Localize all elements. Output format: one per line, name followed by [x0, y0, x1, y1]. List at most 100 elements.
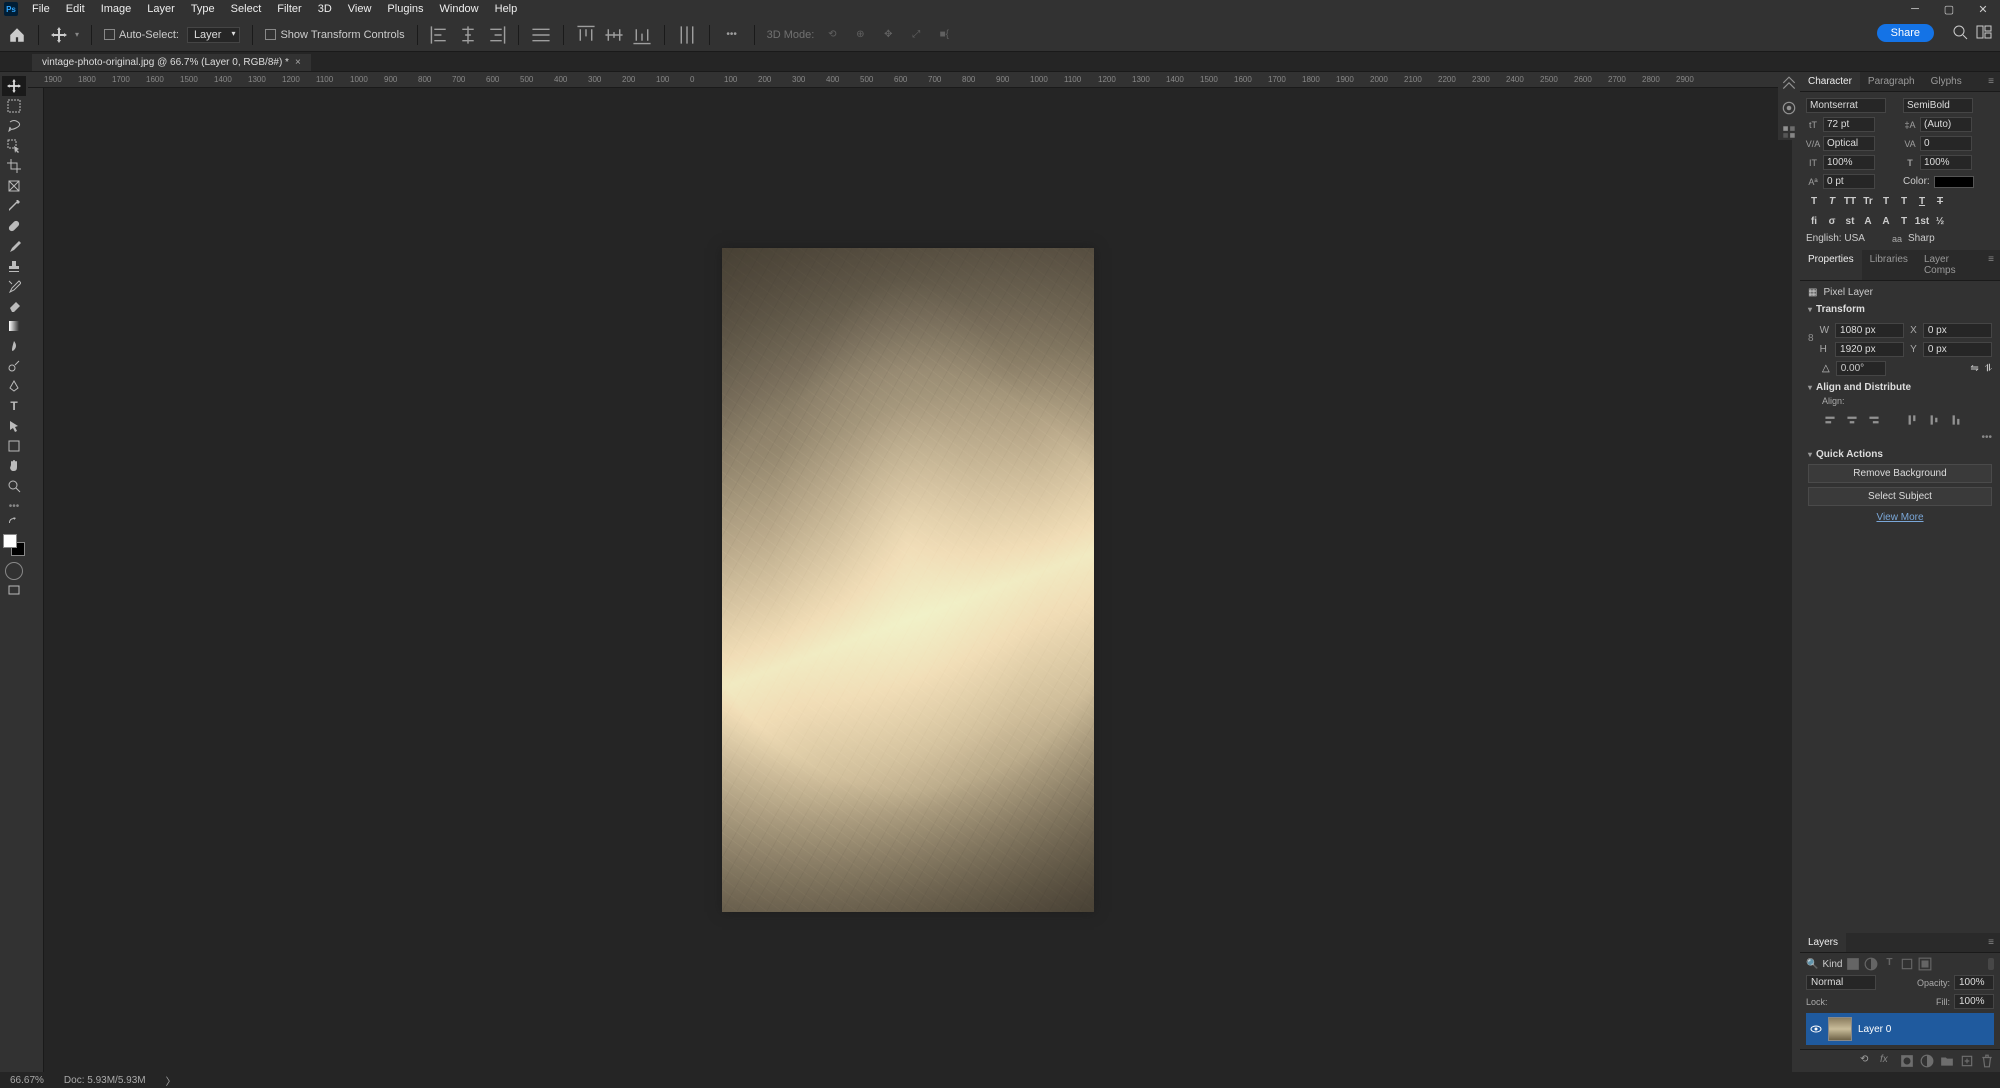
swatches-panel-icon[interactable]: [1781, 124, 1797, 140]
language-field[interactable]: English: USA: [1806, 233, 1886, 244]
properties-panel-menu-icon[interactable]: ≡: [1982, 250, 2000, 280]
fill-field[interactable]: 100%: [1954, 994, 1994, 1009]
lasso-tool[interactable]: [2, 116, 26, 136]
select-subject-button[interactable]: Select Subject: [1808, 487, 1992, 506]
marquee-tool[interactable]: [2, 96, 26, 116]
menu-file[interactable]: File: [24, 1, 58, 17]
filter-type-icon[interactable]: T: [1882, 957, 1896, 971]
status-chevron-icon[interactable]: 〉: [166, 1073, 176, 1088]
frame-tool[interactable]: [2, 176, 26, 196]
group-layers-icon[interactable]: [1940, 1054, 1954, 1068]
menu-filter[interactable]: Filter: [269, 1, 309, 17]
layer-filter-kind[interactable]: Kind: [1822, 959, 1842, 970]
doc-size[interactable]: Doc: 5.93M/5.93M: [64, 1075, 146, 1086]
tab-libraries[interactable]: Libraries: [1862, 250, 1916, 280]
align-more-icon[interactable]: •••: [1808, 432, 1992, 443]
move-tool[interactable]: [2, 76, 26, 96]
document-tab[interactable]: vintage-photo-original.jpg @ 66.7% (Laye…: [32, 54, 311, 71]
titling-alt-button[interactable]: T: [1896, 213, 1912, 229]
crop-tool[interactable]: [2, 156, 26, 176]
heal-tool[interactable]: [2, 216, 26, 236]
canvas-area[interactable]: [44, 88, 1792, 1072]
align-hcenter-icon[interactable]: [1844, 412, 1860, 428]
brush-tool[interactable]: [2, 236, 26, 256]
tab-properties[interactable]: Properties: [1800, 250, 1862, 280]
foreground-color-swatch[interactable]: [3, 534, 17, 548]
screen-mode-icon[interactable]: [2, 580, 26, 600]
shape-tool[interactable]: [2, 436, 26, 456]
object-select-tool[interactable]: [2, 136, 26, 156]
eyedropper-tool[interactable]: [2, 196, 26, 216]
tab-character[interactable]: Character: [1800, 72, 1860, 91]
history-panel-icon[interactable]: [1781, 76, 1797, 92]
menu-type[interactable]: Type: [183, 1, 223, 17]
align-vcenter-icon[interactable]: [1926, 412, 1942, 428]
hscale-field[interactable]: 100%: [1920, 155, 1972, 170]
strikethrough-button[interactable]: T: [1932, 193, 1948, 209]
align-bottom-icon[interactable]: [632, 25, 652, 45]
menu-select[interactable]: Select: [223, 1, 270, 17]
tracking-field[interactable]: 0: [1920, 136, 1972, 151]
align-left-icon[interactable]: [430, 25, 450, 45]
tab-layer-comps[interactable]: Layer Comps: [1916, 250, 1982, 280]
eraser-tool[interactable]: [2, 296, 26, 316]
minimize-button[interactable]: ─: [1898, 0, 1932, 18]
pen-tool[interactable]: [2, 376, 26, 396]
menu-3d[interactable]: 3D: [310, 1, 340, 17]
gradient-tool[interactable]: [2, 316, 26, 336]
ligatures-button[interactable]: fi: [1806, 213, 1822, 229]
distribute-h-icon[interactable]: [531, 25, 551, 45]
filter-shape-icon[interactable]: [1900, 957, 1914, 971]
blend-mode-select[interactable]: Normal: [1806, 975, 1876, 990]
stylistic-alt-button[interactable]: A: [1878, 213, 1894, 229]
workspace-icon[interactable]: [1976, 24, 1992, 40]
layer-search-icon[interactable]: 🔍: [1806, 959, 1818, 970]
width-field[interactable]: 1080 px: [1835, 323, 1904, 338]
superscript-button[interactable]: T: [1878, 193, 1894, 209]
quick-mask-icon[interactable]: [5, 562, 23, 580]
tab-paragraph[interactable]: Paragraph: [1860, 72, 1923, 91]
filter-adjust-icon[interactable]: [1864, 957, 1878, 971]
auto-select-target[interactable]: Layer▾: [187, 27, 241, 43]
underline-button[interactable]: T: [1914, 193, 1930, 209]
ordinals-button[interactable]: 1st: [1914, 213, 1930, 229]
view-more-link[interactable]: View More: [1808, 512, 1992, 523]
flip-h-icon[interactable]: ⇋: [1970, 363, 1978, 374]
menu-plugins[interactable]: Plugins: [379, 1, 431, 17]
color-swatches[interactable]: [3, 534, 25, 556]
opacity-field[interactable]: 100%: [1954, 975, 1994, 990]
align-top-edges-icon[interactable]: [1904, 412, 1920, 428]
more-options-icon[interactable]: •••: [722, 25, 742, 45]
auto-select-checkbox[interactable]: Auto-Select:: [104, 29, 179, 41]
maximize-button[interactable]: ▢: [1932, 0, 1966, 18]
edit-toolbar-icon[interactable]: •••: [2, 496, 26, 516]
close-tab-icon[interactable]: ×: [295, 57, 301, 68]
link-layers-icon[interactable]: ⟲: [1860, 1054, 1874, 1068]
x-field[interactable]: 0 px: [1923, 323, 1992, 338]
blur-tool[interactable]: [2, 336, 26, 356]
baseline-field[interactable]: 0 pt: [1823, 174, 1875, 189]
smallcaps-button[interactable]: Tr: [1860, 193, 1876, 209]
dodge-tool[interactable]: [2, 356, 26, 376]
height-field[interactable]: 1920 px: [1835, 342, 1904, 357]
history-brush-tool[interactable]: [2, 276, 26, 296]
menu-view[interactable]: View: [340, 1, 380, 17]
zoom-tool[interactable]: [2, 476, 26, 496]
layer-name[interactable]: Layer 0: [1858, 1024, 1891, 1035]
layer-thumbnail[interactable]: [1828, 1017, 1852, 1041]
kerning-field[interactable]: Optical: [1823, 136, 1875, 151]
quick-actions-header[interactable]: Quick Actions: [1808, 449, 1992, 460]
swash-button[interactable]: A: [1860, 213, 1876, 229]
swap-colors-icon[interactable]: [2, 516, 26, 528]
close-button[interactable]: ✕: [1966, 0, 2000, 18]
fractions-button[interactable]: ½: [1932, 213, 1948, 229]
vertical-ruler[interactable]: [28, 88, 44, 1072]
align-left-edges-icon[interactable]: [1822, 412, 1838, 428]
vscale-field[interactable]: 100%: [1823, 155, 1875, 170]
layers-panel-menu-icon[interactable]: ≡: [1982, 933, 2000, 952]
hand-tool[interactable]: [2, 456, 26, 476]
layer-visibility-icon[interactable]: [1810, 1023, 1822, 1035]
allcaps-button[interactable]: TT: [1842, 193, 1858, 209]
font-style-field[interactable]: SemiBold: [1903, 98, 1973, 113]
y-field[interactable]: 0 px: [1923, 342, 1992, 357]
